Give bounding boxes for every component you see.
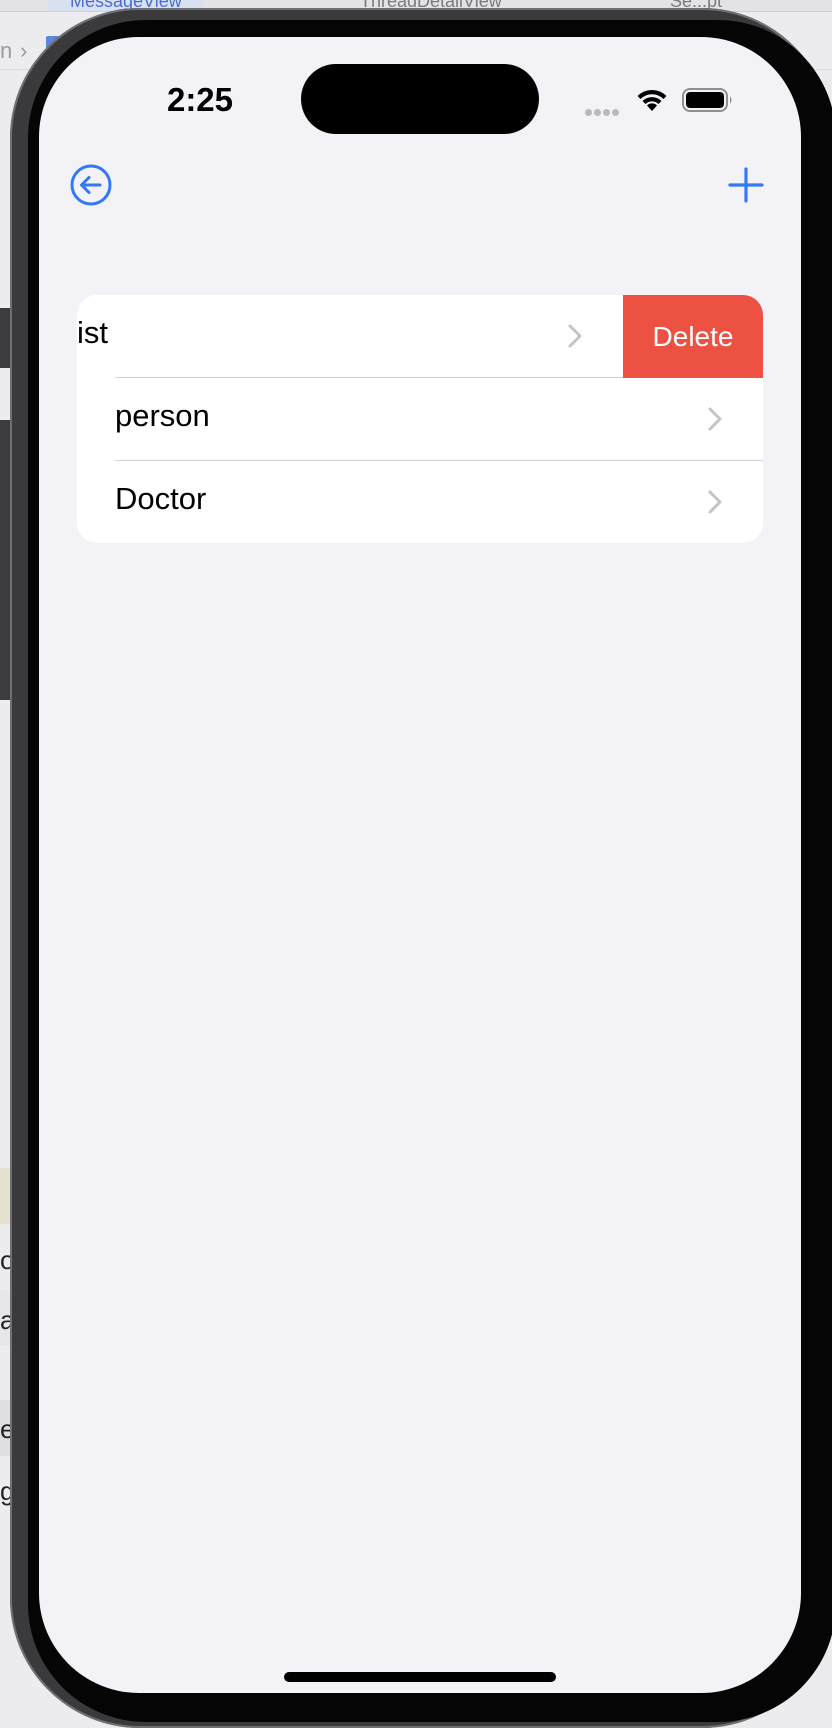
list-item[interactable]: person [77,378,763,461]
home-indicator[interactable] [284,1672,556,1682]
phone-screen: 2:25 ist Delete person Doctor [39,37,801,1693]
back-button[interactable] [70,164,112,206]
background-path-chevron-icon: › [20,38,28,63]
list-item-label: ist [77,315,108,350]
add-button[interactable] [727,166,765,204]
list-item[interactable]: Doctor [77,461,763,543]
background-strip [0,420,10,700]
status-time: 2:25 [166,81,234,118]
chevron-right-icon [568,324,582,348]
background-row [0,1168,10,1224]
chevron-right-icon [708,407,722,431]
background-path-text: n [0,38,13,63]
plus-icon [728,167,764,203]
delete-button[interactable]: Delete [623,295,763,378]
list-item-swiped[interactable]: ist Delete [77,295,763,378]
items-list: ist Delete person Doctor [77,295,763,543]
battery-icon [682,88,732,112]
chevron-right-icon [708,490,722,514]
cellular-signal-icon [585,103,621,121]
background-strip [0,308,10,368]
back-circle-arrow-icon [70,164,112,206]
wifi-icon [637,89,667,111]
list-item-label: person [115,398,210,433]
list-item-label: Doctor [115,481,207,516]
dynamic-island [301,64,539,134]
